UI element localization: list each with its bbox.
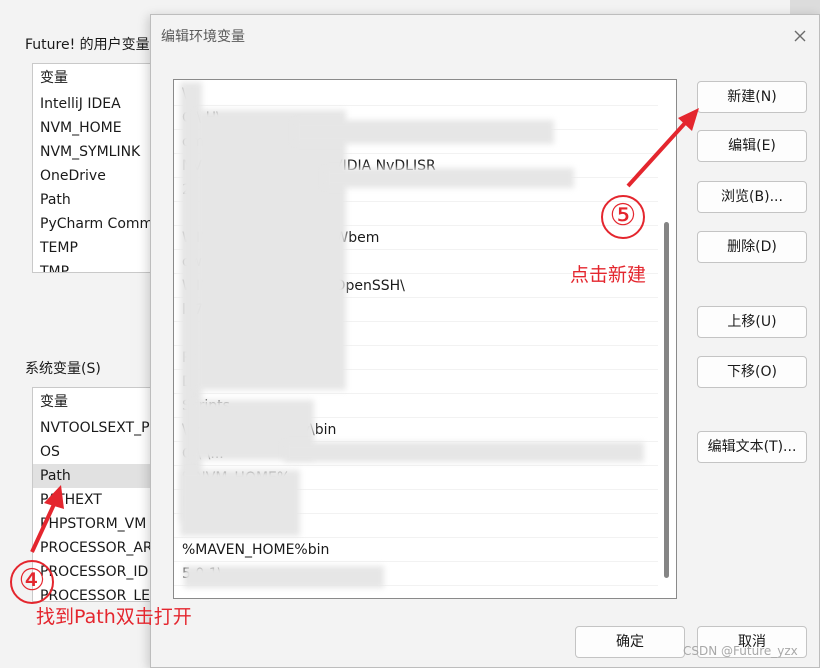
new-button[interactable]: 新建(N) xyxy=(697,81,807,113)
user-vars-header: 变量 xyxy=(40,70,68,86)
user-var-row[interactable]: OneDrive xyxy=(33,164,161,188)
list-scrollbar[interactable] xyxy=(664,84,670,592)
user-vars-list[interactable]: 变量 IntelliJ IDEA NVM_HOME NVM_SYMLINK On… xyxy=(32,63,162,273)
system-var-row[interactable]: PROCESSOR_AR xyxy=(33,536,161,560)
watermark: CSDN @Future_yzx xyxy=(683,644,798,658)
system-vars-list[interactable]: 变量 NVTOOLSEXT_P OS Path PATHEXT PHPSTORM… xyxy=(32,387,162,602)
user-var-row[interactable]: NVM_SYMLINK xyxy=(33,140,161,164)
move-up-button[interactable]: 上移(U) xyxy=(697,306,807,338)
system-var-row[interactable]: NVTOOLSEXT_P xyxy=(33,416,161,440)
privacy-blur xyxy=(324,168,574,188)
step4-marker: ④ xyxy=(10,560,54,604)
system-var-row-path[interactable]: Path xyxy=(33,464,161,488)
step5-text: 点击新建 xyxy=(570,264,647,286)
system-var-row[interactable]: OS xyxy=(33,440,161,464)
user-var-row[interactable]: PyCharm Comm xyxy=(33,212,161,236)
system-vars-group-label: 系统变量(S) xyxy=(25,361,101,377)
system-vars-header: 变量 xyxy=(40,394,68,410)
privacy-blur xyxy=(196,110,346,390)
step5-marker: ⑤ xyxy=(601,195,645,239)
edit-text-button[interactable]: 编辑文本(T)... xyxy=(697,431,807,463)
browse-button[interactable]: 浏览(B)... xyxy=(697,181,807,213)
edit-env-var-dialog: 编辑环境变量 \ \C:\ H\ ommon NVIDIA Corporatio… xyxy=(150,14,820,668)
system-var-row[interactable]: PHPSTORM_VM xyxy=(33,512,161,536)
privacy-blur xyxy=(284,442,644,462)
privacy-blur xyxy=(180,470,300,536)
scrollbar-thumb[interactable] xyxy=(664,222,669,578)
close-button[interactable] xyxy=(789,25,811,47)
path-entry[interactable]: \ \ xyxy=(174,82,658,106)
edit-button[interactable]: 编辑(E) xyxy=(697,130,807,162)
delete-button[interactable]: 删除(D) xyxy=(697,231,807,263)
user-var-row[interactable]: TEMP xyxy=(33,236,161,260)
system-var-row[interactable]: PATHEXT xyxy=(33,488,161,512)
path-entry[interactable]: %MAVEN_HOME%bin xyxy=(174,538,658,562)
user-var-row[interactable]: Path xyxy=(33,188,161,212)
user-var-row[interactable]: NVM_HOME xyxy=(33,116,161,140)
privacy-blur xyxy=(184,566,384,588)
ok-button[interactable]: 确定 xyxy=(575,626,685,658)
step4-text: 找到Path双击打开 xyxy=(36,606,192,628)
dialog-title: 编辑环境变量 xyxy=(161,29,245,45)
move-down-button[interactable]: 下移(O) xyxy=(697,356,807,388)
user-var-row[interactable]: IntelliJ IDEA xyxy=(33,92,161,116)
close-icon xyxy=(794,30,806,42)
path-entries-list[interactable]: \ \C:\ H\ ommon NVIDIA Corporation\NVIDI… xyxy=(173,79,677,599)
privacy-blur xyxy=(294,120,554,144)
user-vars-group-label: Future! 的用户变量 xyxy=(25,37,150,53)
user-var-row[interactable]: TMP xyxy=(33,260,161,272)
